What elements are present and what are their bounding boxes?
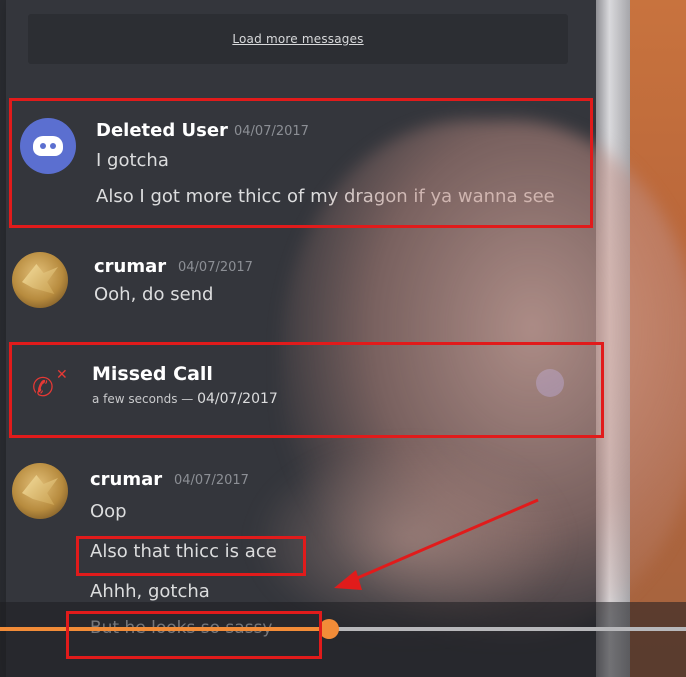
- message-deleted-user: Deleted User 04/07/2017 I gotcha Also I …: [6, 100, 596, 220]
- missed-call-separator: —: [181, 392, 194, 406]
- message-line: Oop: [90, 501, 127, 522]
- phone-screen: Load more messages Deleted User 04/07/20…: [6, 0, 596, 677]
- missed-call-title: Missed Call: [92, 363, 213, 385]
- missed-call-icon: ✆: [32, 373, 54, 403]
- message-line: Ahhh, gotcha: [90, 581, 210, 602]
- video-control-bar: [0, 602, 686, 677]
- missed-call-relative-time: a few seconds: [92, 392, 178, 406]
- missed-call-date: 04/07/2017: [197, 391, 278, 407]
- missed-call-subtitle: a few seconds — 04/07/2017: [92, 391, 278, 407]
- missed-call-entry: ✆ ✕ Missed Call a few seconds — 04/07/20…: [6, 345, 596, 435]
- discord-logo-icon[interactable]: [20, 118, 76, 174]
- video-progress-played: [0, 627, 330, 631]
- avatar[interactable]: [12, 463, 68, 519]
- message-line: Also that thicc is ace: [90, 541, 277, 562]
- message-crumar-1: crumar 04/07/2017 Ooh, do send: [6, 240, 596, 330]
- message-author[interactable]: crumar: [90, 469, 162, 490]
- load-more-label: Load more messages: [232, 32, 364, 46]
- message-line: Also I got more thicc of my dragon if ya…: [96, 186, 555, 207]
- phone-bezel: [596, 0, 630, 677]
- video-screenshot: Load more messages Deleted User 04/07/20…: [0, 0, 686, 677]
- message-author[interactable]: Deleted User: [96, 120, 228, 141]
- message-line: Ooh, do send: [94, 284, 214, 305]
- message-line: I gotcha: [96, 150, 169, 171]
- message-timestamp: 04/07/2017: [178, 260, 253, 275]
- missed-call-x-icon: ✕: [56, 367, 68, 383]
- load-more-button[interactable]: Load more messages: [28, 14, 568, 64]
- call-avatar-icon[interactable]: [536, 369, 564, 397]
- message-timestamp: 04/07/2017: [174, 473, 249, 488]
- message-author[interactable]: crumar: [94, 256, 166, 277]
- avatar[interactable]: [12, 252, 68, 308]
- message-timestamp: 04/07/2017: [234, 124, 309, 139]
- table-surface: [630, 0, 686, 677]
